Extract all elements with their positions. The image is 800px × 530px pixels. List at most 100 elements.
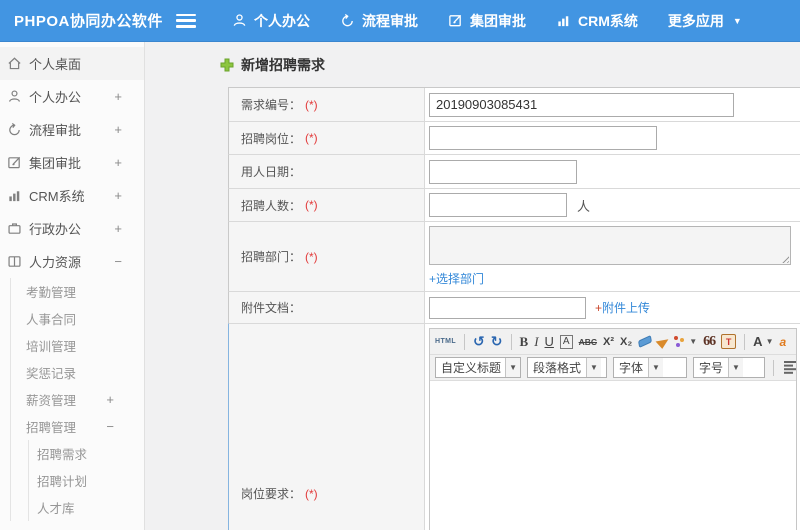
sidebar: 个人桌面 个人办公 + 流程审批 + 集团审批 + CRM系统 + 行政办公 +…	[0, 42, 145, 530]
required-marker: (*)	[305, 249, 318, 264]
sidebar-item-crm[interactable]: CRM系统 +	[0, 179, 144, 212]
sidebar-item-personal-desktop[interactable]: 个人桌面	[0, 47, 144, 80]
headcount-input[interactable]	[429, 193, 567, 217]
expand-toggle[interactable]: +	[114, 155, 144, 170]
id-card-icon	[7, 254, 23, 269]
editor-toolbar-row1: HTML ↺ ↻ B I U A ABC X² X₂ ▼ 66 T A ▼ a	[430, 329, 796, 355]
hire-date-input[interactable]	[429, 159, 577, 184]
redo-icon[interactable]: ↻	[491, 333, 503, 350]
app-logo: PHPOA协同办公软件	[14, 13, 163, 30]
editor-content-area[interactable]	[430, 381, 796, 530]
required-marker: (*)	[305, 486, 318, 501]
font-style-button[interactable]: A	[559, 334, 573, 349]
department-textarea[interactable]	[429, 226, 791, 265]
user-icon	[232, 13, 247, 28]
font-color-button[interactable]: A ▼	[753, 334, 773, 349]
field-label: 招聘部门： (*)	[229, 222, 425, 291]
field-label: 需求编号： (*)	[229, 88, 425, 121]
sidebar-item-recruit-mgmt[interactable]: 招聘管理 −	[11, 413, 144, 440]
add-plus-icon	[220, 58, 234, 72]
navbar-menu: 个人办公 流程审批 集团审批 CRM系统 更多应用 ▼	[232, 11, 742, 31]
menu-toggle-icon[interactable]	[176, 13, 196, 28]
workflow-icon	[340, 13, 355, 28]
workflow-icon	[7, 122, 23, 137]
highlight-color-button[interactable]: a	[779, 335, 786, 349]
field-label: 招聘岗位： (*)	[229, 122, 425, 154]
subscript-button[interactable]: X₂	[620, 336, 632, 348]
field-label: 用人日期：	[229, 155, 425, 188]
position-input[interactable]	[429, 126, 657, 150]
expand-toggle[interactable]: +	[114, 122, 144, 137]
collapse-toggle[interactable]: −	[114, 254, 144, 269]
sidebar-item-hr-contract[interactable]: 人事合同	[11, 305, 144, 332]
resize-handle-icon[interactable]	[780, 254, 789, 263]
nav-crm-system[interactable]: CRM系统	[556, 11, 638, 31]
field-label: 附件文档：	[229, 292, 425, 323]
expand-toggle[interactable]: +	[114, 221, 144, 236]
nav-group-approval[interactable]: 集团审批	[448, 11, 526, 31]
required-marker: (*)	[305, 97, 318, 112]
paragraph-format-select[interactable]: 段落格式 ▼	[527, 357, 607, 378]
nav-workflow-approval[interactable]: 流程审批	[340, 11, 418, 31]
user-icon	[7, 89, 23, 104]
italic-button[interactable]: I	[534, 334, 538, 350]
form-row-job-requirements: 岗位要求： (*) HTML ↺ ↻ B I U A ABC X² X₂ ▼ 6…	[228, 323, 800, 530]
heading-select[interactable]: 自定义标题 ▼	[435, 357, 521, 378]
expand-toggle[interactable]: +	[114, 89, 144, 104]
bar-chart-icon	[556, 13, 571, 28]
expand-toggle[interactable]: +	[106, 392, 144, 407]
form-row-hire-date: 用人日期：	[228, 154, 800, 188]
underline-button[interactable]: U	[545, 334, 554, 349]
expand-toggle[interactable]: +	[114, 188, 144, 203]
blockquote-button[interactable]: 66	[703, 334, 716, 350]
headcount-unit: 人	[577, 198, 591, 214]
field-label: 岗位要求： (*)	[229, 324, 425, 530]
rich-text-editor: HTML ↺ ↻ B I U A ABC X² X₂ ▼ 66 T A ▼ a …	[429, 328, 797, 530]
superscript-button[interactable]: X²	[603, 336, 614, 348]
page-title: 新增招聘需求	[220, 55, 800, 75]
attachment-input[interactable]	[429, 296, 586, 319]
strikethrough-button[interactable]: ABC	[579, 337, 597, 347]
align-left-icon[interactable]	[784, 361, 796, 374]
sidebar-item-personal-office[interactable]: 个人办公 +	[0, 80, 144, 113]
format-brush-icon[interactable]	[655, 334, 671, 349]
nav-more-apps[interactable]: 更多应用 ▼	[668, 11, 742, 31]
edit-icon	[448, 13, 463, 28]
sidebar-item-group-approval[interactable]: 集团审批 +	[0, 146, 144, 179]
recruit-demand-form: 需求编号： (*) 招聘岗位： (*) 用人日期：	[228, 87, 800, 530]
upload-plus: +	[595, 300, 603, 315]
attachment-upload-link[interactable]: 附件上传	[602, 301, 650, 315]
source-code-button[interactable]: HTML	[435, 338, 456, 345]
form-row-position: 招聘岗位： (*)	[228, 121, 800, 154]
paste-as-text-icon[interactable]: T	[721, 334, 737, 349]
font-family-select[interactable]: 字体 ▼	[613, 357, 687, 378]
sidebar-item-attendance[interactable]: 考勤管理	[11, 278, 144, 305]
sidebar-item-recruit-plan[interactable]: 招聘计划	[29, 467, 144, 494]
field-label: 招聘人数： (*)	[229, 189, 425, 221]
bar-chart-icon	[7, 188, 23, 203]
required-marker: (*)	[305, 131, 318, 145]
sidebar-item-hr[interactable]: 人力资源 −	[0, 245, 144, 278]
top-navbar: PHPOA协同办公软件 个人办公 流程审批 集团审批 CRM系统 更多应用 ▼	[0, 0, 800, 42]
hr-submenu: 考勤管理 人事合同 培训管理 奖惩记录 薪资管理 + 招聘管理 − 招聘需求 招…	[10, 278, 144, 521]
color-palette-icon[interactable]: ▼	[674, 335, 697, 348]
sidebar-item-rewards[interactable]: 奖惩记录	[11, 359, 144, 386]
font-size-select[interactable]: 字号 ▼	[693, 357, 765, 378]
sidebar-item-recruit-demand[interactable]: 招聘需求	[29, 440, 144, 467]
sidebar-item-admin-office[interactable]: 行政办公 +	[0, 212, 144, 245]
undo-icon[interactable]: ↺	[473, 333, 485, 350]
sidebar-item-workflow-approval[interactable]: 流程审批 +	[0, 113, 144, 146]
nav-personal-office[interactable]: 个人办公	[232, 11, 310, 31]
editor-toolbar-row2: 自定义标题 ▼ 段落格式 ▼ 字体 ▼ 字号 ▼	[430, 355, 796, 381]
select-department-link[interactable]: +选择部门	[429, 270, 484, 287]
sidebar-item-salary[interactable]: 薪资管理 +	[11, 386, 144, 413]
sidebar-item-talent-pool[interactable]: 人才库	[29, 494, 144, 521]
collapse-toggle[interactable]: −	[106, 419, 144, 434]
chevron-down-icon: ▼	[648, 358, 664, 377]
sidebar-item-training[interactable]: 培训管理	[11, 332, 144, 359]
chevron-down-icon: ▼	[505, 358, 520, 377]
bold-button[interactable]: B	[520, 334, 529, 350]
demand-number-input[interactable]	[429, 92, 734, 117]
eraser-icon[interactable]	[638, 334, 653, 349]
briefcase-icon	[7, 221, 23, 236]
